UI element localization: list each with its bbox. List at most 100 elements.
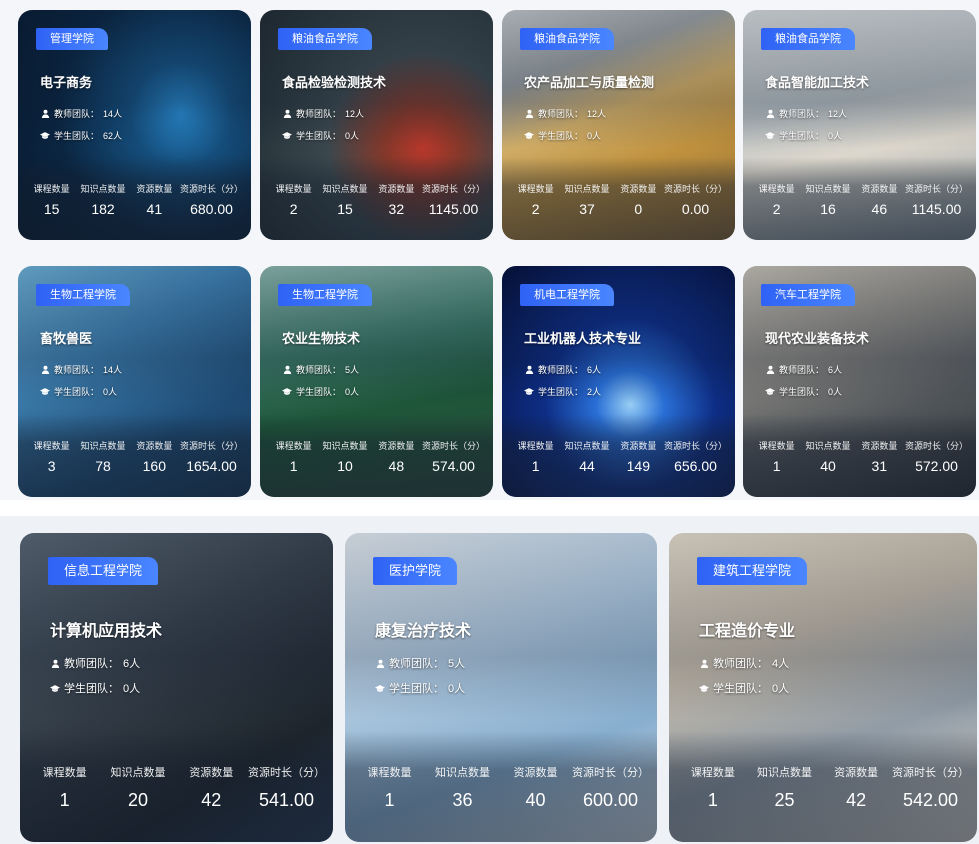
major-card[interactable]: 机电工程学院 工业机器人技术专业 教师团队： 6人 学生团队： 2人 课程数量 1 知识点数量 4… [502,266,735,497]
resource-duration-value: 574.00 [432,458,475,474]
resource-duration-value: 1145.00 [428,201,479,217]
resource-count-value: 31 [871,458,888,474]
course-count-label: 课程数量 [517,441,554,451]
course-count-label: 课程数量 [33,441,70,451]
resource-duration-stat: 资源时长（分） 656.00 [664,439,727,474]
major-title: 工业机器人技术专业 [524,331,642,346]
teacher-team-label: 教师团队： [54,109,100,119]
resource-count-value: 46 [871,201,888,217]
course-count-stat: 课程数量 1 [510,439,561,474]
major-card[interactable]: 信息工程学院 计算机应用技术 教师团队： 6人 学生团队： 0人 课程数量 1 知识点数量 20 资… [20,533,333,842]
student-team: 学生团队： 0人 [282,129,359,142]
course-count-stat: 课程数量 1 [677,764,749,811]
resource-duration-stat: 资源时长（分） 1145.00 [422,182,485,217]
graduation-cap-icon [524,387,534,397]
course-count-stat: 课程数量 1 [28,764,101,811]
resource-duration-value: 600.00 [582,790,639,810]
resource-count-value: 40 [525,790,546,810]
knowledge-count-value: 20 [127,790,148,810]
course-count-value: 1 [531,458,540,474]
student-team-count: 0人 [123,683,141,695]
course-count-label: 课程数量 [33,184,70,194]
teacher-team-count: 6人 [587,365,602,375]
graduation-cap-icon [40,387,50,397]
student-team-count: 0人 [828,387,843,397]
resource-duration-stat: 资源时长（分） 1654.00 [180,439,243,474]
resource-count-stat: 资源数量 48 [371,439,422,474]
teacher-team: 教师团队： 14人 [40,363,122,376]
stats-row: 课程数量 1 知识点数量 10 资源数量 48 资源时长（分） 574.00 [268,439,485,474]
major-card[interactable]: 粮油食品学院 食品检验检测技术 教师团队： 12人 学生团队： 0人 课程数量 2 知识点数量 1… [260,10,493,240]
major-card[interactable]: 汽车工程学院 现代农业装备技术 教师团队： 6人 学生团队： 0人 课程数量 1 知识点数量 40… [743,266,976,497]
course-count-value: 3 [47,458,56,474]
knowledge-count-value: 78 [95,458,111,474]
person-icon [50,658,60,668]
student-team-label: 学生团队： [779,387,825,397]
knowledge-count-label: 知识点数量 [805,441,851,451]
knowledge-count-label: 知识点数量 [80,441,126,451]
major-title: 计算机应用技术 [50,623,163,640]
resource-count-label: 资源数量 [861,184,898,194]
stats-row: 课程数量 1 知识点数量 20 资源数量 42 资源时长（分） 541.00 [28,764,325,811]
resource-duration-value: 680.00 [190,201,233,217]
knowledge-count-label: 知识点数量 [757,767,812,779]
major-title: 电子商务 [40,75,93,90]
major-card[interactable]: 建筑工程学院 工程造价专业 教师团队： 4人 学生团队： 0人 课程数量 1 知识点数量 25 资源… [669,533,977,842]
knowledge-count-stat: 知识点数量 37 [561,182,612,217]
knowledge-count-value: 10 [337,458,353,474]
knowledge-count-stat: 知识点数量 36 [426,764,499,811]
course-count-label: 课程数量 [275,184,312,194]
teacher-team: 教师团队： 6人 [765,363,842,376]
resource-count-value: 0 [634,201,643,217]
resource-duration-value: 572.00 [915,458,958,474]
person-icon [282,365,292,375]
student-team-label: 学生团队： [54,387,100,397]
resource-duration-value: 1145.00 [911,201,962,217]
student-team: 学生团队： 0人 [699,680,789,696]
resource-count-value: 149 [626,458,650,474]
resource-duration-label: 资源时长（分） [904,441,968,451]
resource-duration-label: 资源时长（分） [247,767,325,779]
major-card[interactable]: 粮油食品学院 食品智能加工技术 教师团队： 12人 学生团队： 0人 课程数量 2 知识点数量 1… [743,10,976,240]
person-icon [524,109,534,119]
course-count-label: 课程数量 [367,767,412,779]
major-card[interactable]: 生物工程学院 农业生物技术 教师团队： 5人 学生团队： 0人 课程数量 1 知识点数量 10 资源… [260,266,493,497]
resource-duration-label: 资源时长（分） [179,441,243,451]
teacher-team: 教师团队： 5人 [282,363,359,376]
teacher-team-count: 12人 [345,109,365,119]
teacher-team-label: 教师团队： [779,365,825,375]
resource-duration-stat: 资源时长（分） 600.00 [572,764,649,811]
major-card[interactable]: 管理学院 电子商务 教师团队： 14人 学生团队： 62人 课程数量 15 知识点数量 182 资源… [18,10,251,240]
resource-duration-stat: 资源时长（分） 574.00 [422,439,485,474]
student-team: 学生团队： 2人 [524,385,601,398]
resource-count-stat: 资源数量 46 [854,182,905,217]
major-card[interactable]: 医护学院 康复治疗技术 教师团队： 5人 学生团队： 0人 课程数量 1 知识点数量 36 资源数量… [345,533,657,842]
person-icon [765,365,775,375]
stats-row: 课程数量 15 知识点数量 182 资源数量 41 资源时长（分） 680.00 [26,182,243,217]
teacher-team: 教师团队： 6人 [50,655,140,671]
resource-count-label: 资源数量 [620,441,657,451]
course-count-value: 2 [772,201,781,217]
teacher-team-label: 教师团队： [296,109,342,119]
graduation-cap-icon [765,131,775,141]
resource-count-stat: 资源数量 42 [175,764,248,811]
stats-row: 课程数量 2 知识点数量 16 资源数量 46 资源时长（分） 1145.00 [751,182,968,217]
course-count-label: 课程数量 [517,184,554,194]
resource-count-stat: 资源数量 149 [613,439,664,474]
resource-duration-label: 资源时长（分） [663,184,727,194]
stats-row: 课程数量 1 知识点数量 44 资源数量 149 资源时长（分） 656.00 [510,439,727,474]
knowledge-count-value: 25 [774,790,795,810]
person-icon [375,658,385,668]
major-card[interactable]: 生物工程学院 畜牧兽医 教师团队： 14人 学生团队： 0人 课程数量 3 知识点数量 78 资源数… [18,266,251,497]
knowledge-count-stat: 知识点数量 20 [101,764,174,811]
course-count-label: 课程数量 [275,441,312,451]
major-card[interactable]: 粮油食品学院 农产品加工与质量检测 教师团队： 12人 学生团队： 0人 课程数量 2 知识点数… [502,10,735,240]
teacher-team-label: 教师团队： [389,658,444,670]
person-icon [524,365,534,375]
resource-count-label: 资源数量 [620,184,657,194]
knowledge-count-label: 知识点数量 [564,184,610,194]
college-badge: 粮油食品学院 [520,28,614,50]
resource-count-stat: 资源数量 31 [854,439,905,474]
student-team: 学生团队： 0人 [40,385,117,398]
student-team-count: 0人 [587,131,602,141]
